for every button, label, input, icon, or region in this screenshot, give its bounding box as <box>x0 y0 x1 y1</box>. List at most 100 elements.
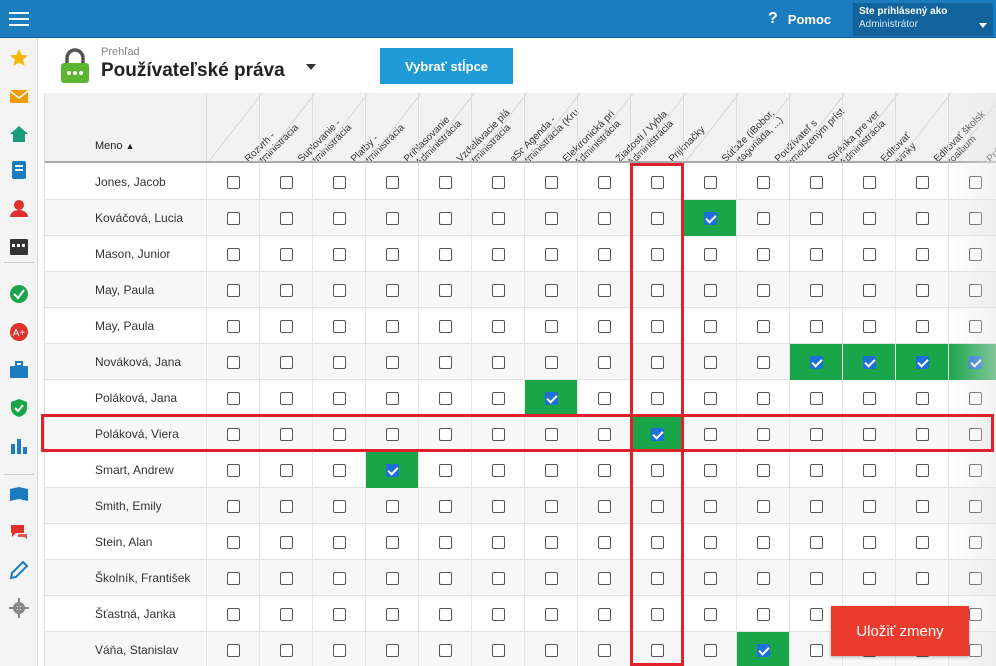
permission-checkbox[interactable] <box>703 499 717 513</box>
permission-checkbox[interactable] <box>544 319 558 333</box>
permission-checkbox[interactable] <box>862 535 876 549</box>
column-header-14[interactable]: PráAd <box>948 93 996 161</box>
permission-checkbox[interactable] <box>438 535 452 549</box>
column-header-11[interactable]: Stránka pre ver- Administrácia <box>789 93 888 161</box>
permission-checkbox[interactable] <box>226 571 240 585</box>
column-header-6[interactable]: Elektronická pri- Administrácia <box>524 93 623 161</box>
permission-checkbox[interactable] <box>703 571 717 585</box>
calendar-icon[interactable] <box>9 236 29 256</box>
permission-checkbox[interactable] <box>491 283 505 297</box>
star-icon[interactable] <box>9 48 29 68</box>
permission-checkbox-checked[interactable] <box>915 355 929 369</box>
permission-checkbox[interactable] <box>756 427 770 441</box>
permission-checkbox[interactable] <box>756 175 770 189</box>
permission-checkbox[interactable] <box>332 535 346 549</box>
column-header-7[interactable]: Žiadosti / Vybla- Administrácia <box>577 93 676 161</box>
permission-checkbox[interactable] <box>544 283 558 297</box>
gear-icon[interactable] <box>9 598 29 618</box>
grade-icon[interactable]: A+ <box>9 322 29 342</box>
permission-checkbox[interactable] <box>226 247 240 261</box>
permission-checkbox[interactable] <box>332 499 346 513</box>
permission-checkbox[interactable] <box>809 391 823 405</box>
column-header-9[interactable]: Súťaže (iBobor,Pytagoriáda, ...) <box>683 93 785 161</box>
permission-checkbox[interactable] <box>915 319 929 333</box>
permission-checkbox[interactable] <box>385 283 399 297</box>
column-header-13[interactable]: Editovať školskfotoalbum <box>895 93 988 161</box>
permission-checkbox[interactable] <box>226 319 240 333</box>
permission-checkbox[interactable] <box>703 283 717 297</box>
permission-checkbox[interactable] <box>650 535 664 549</box>
column-header-12[interactable]: Editovať novinky <box>842 93 919 161</box>
permission-checkbox[interactable] <box>703 427 717 441</box>
select-columns-button[interactable]: Vybrať stĺpce <box>380 48 513 84</box>
permission-checkbox[interactable] <box>968 499 982 513</box>
permission-checkbox[interactable] <box>597 535 611 549</box>
permission-checkbox[interactable] <box>968 391 982 405</box>
notebook-icon[interactable] <box>9 160 29 180</box>
permission-checkbox[interactable] <box>650 607 664 621</box>
column-header-0[interactable]: Rozvrh -Administrácia <box>206 93 301 161</box>
permission-checkbox[interactable] <box>756 283 770 297</box>
permission-checkbox[interactable] <box>279 319 293 333</box>
permission-checkbox[interactable] <box>703 643 717 657</box>
permission-checkbox[interactable] <box>491 535 505 549</box>
permission-checkbox[interactable] <box>491 427 505 441</box>
permission-checkbox[interactable] <box>809 211 823 225</box>
permission-checkbox[interactable] <box>544 247 558 261</box>
column-header-8[interactable]: Prijímačky <box>630 93 707 161</box>
permission-checkbox[interactable] <box>226 283 240 297</box>
permission-checkbox[interactable] <box>597 607 611 621</box>
permission-checkbox[interactable] <box>385 427 399 441</box>
permission-checkbox[interactable] <box>650 463 664 477</box>
briefcase-icon[interactable] <box>9 360 29 380</box>
permission-checkbox[interactable] <box>385 211 399 225</box>
permission-checkbox[interactable] <box>438 211 452 225</box>
permission-checkbox[interactable] <box>332 463 346 477</box>
permission-checkbox[interactable] <box>544 463 558 477</box>
permission-checkbox[interactable] <box>703 247 717 261</box>
permission-checkbox[interactable] <box>332 391 346 405</box>
permission-checkbox[interactable] <box>809 607 823 621</box>
permission-checkbox[interactable] <box>597 319 611 333</box>
permission-checkbox[interactable] <box>862 499 876 513</box>
permission-checkbox[interactable] <box>491 319 505 333</box>
permission-checkbox[interactable] <box>491 391 505 405</box>
permission-checkbox[interactable] <box>438 427 452 441</box>
book-icon[interactable] <box>9 484 29 504</box>
permission-checkbox[interactable] <box>809 571 823 585</box>
permission-checkbox[interactable] <box>226 391 240 405</box>
permission-checkbox[interactable] <box>862 283 876 297</box>
permission-checkbox[interactable] <box>915 499 929 513</box>
permission-checkbox[interactable] <box>809 283 823 297</box>
permission-checkbox[interactable] <box>491 607 505 621</box>
permission-checkbox[interactable] <box>438 463 452 477</box>
permission-checkbox[interactable] <box>756 463 770 477</box>
permission-checkbox[interactable] <box>491 463 505 477</box>
permission-checkbox[interactable] <box>544 607 558 621</box>
permission-checkbox[interactable] <box>544 427 558 441</box>
permission-checkbox[interactable] <box>597 643 611 657</box>
permission-checkbox[interactable] <box>332 607 346 621</box>
permission-checkbox[interactable] <box>597 427 611 441</box>
permission-checkbox[interactable] <box>650 283 664 297</box>
column-header-4[interactable]: Vzdelávacie pláAdministrácia <box>418 93 513 161</box>
permission-checkbox[interactable] <box>226 175 240 189</box>
permission-checkbox[interactable] <box>279 211 293 225</box>
permission-checkbox[interactable] <box>544 499 558 513</box>
permission-checkbox[interactable] <box>968 535 982 549</box>
permission-checkbox[interactable] <box>438 391 452 405</box>
permission-checkbox[interactable] <box>544 211 558 225</box>
permission-checkbox[interactable] <box>862 427 876 441</box>
permission-checkbox[interactable] <box>650 211 664 225</box>
permission-checkbox[interactable] <box>968 283 982 297</box>
permission-checkbox[interactable] <box>968 571 982 585</box>
permission-checkbox-checked[interactable] <box>809 355 823 369</box>
permission-checkbox[interactable] <box>385 535 399 549</box>
permission-checkbox[interactable] <box>915 283 929 297</box>
permission-checkbox-checked[interactable] <box>968 355 982 369</box>
permission-checkbox[interactable] <box>544 571 558 585</box>
permission-checkbox[interactable] <box>915 571 929 585</box>
permission-checkbox[interactable] <box>544 535 558 549</box>
permission-checkbox[interactable] <box>650 499 664 513</box>
permission-checkbox[interactable] <box>650 319 664 333</box>
